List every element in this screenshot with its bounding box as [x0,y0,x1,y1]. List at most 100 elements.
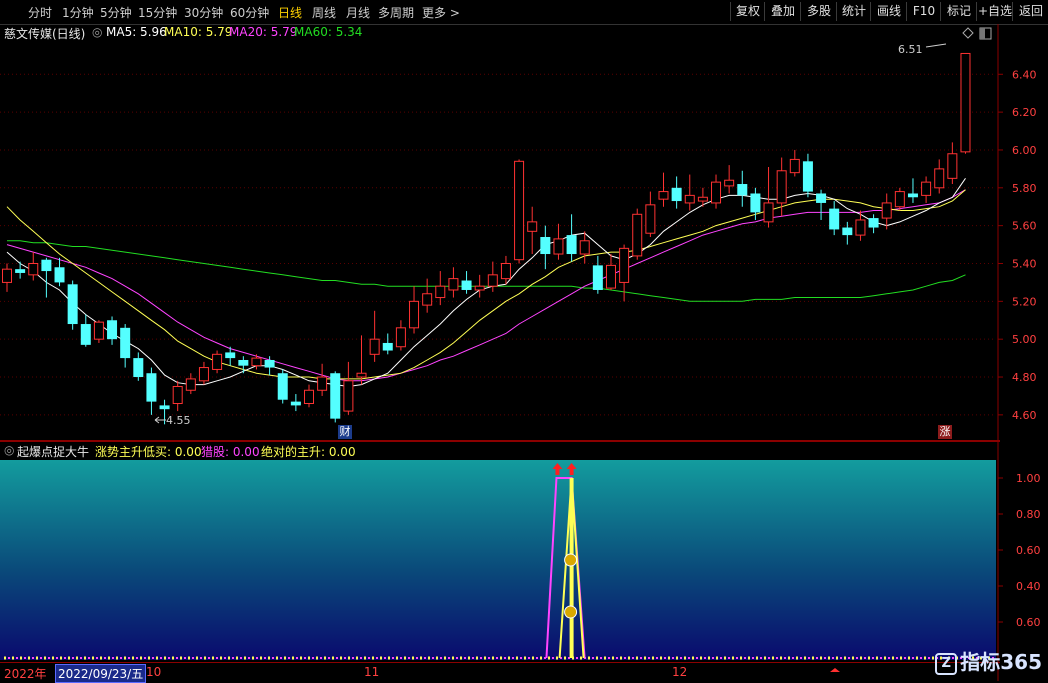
kline-chart[interactable]: 6.40 6.20 6.00 5.80 5.60 5.40 5.20 5.00 4.80 4.60… [0,0,1048,681]
candle-body [514,160,525,261]
indicator-name[interactable]: 起爆点捉大牛 [17,443,89,460]
indicator-tick-label: 0.60 [1016,616,1041,629]
candle-body [881,202,892,219]
candle [409,286,420,334]
candle [684,174,695,211]
candle [93,320,104,343]
cai-marker[interactable]: 财 [338,425,352,439]
candle-body [159,405,170,410]
candle-body [894,191,905,208]
candle-body [251,357,262,367]
candle [921,176,932,203]
ma60-line [7,240,966,302]
price-tick-label: 6.40 [1012,68,1037,81]
candle [317,363,328,396]
candle-body [500,262,511,280]
candle-body [356,372,367,378]
candle-body [343,380,354,412]
indicator-axis: 1.00 0.80 0.60 0.40 0.60 [998,472,1041,629]
candle [789,149,800,177]
price-grid [0,73,996,416]
candle-body [579,240,590,255]
candle-body [28,262,39,276]
indicator-tick-label: 0.80 [1016,508,1041,521]
candle-body [960,52,971,153]
candle-body [120,327,131,359]
candle [80,314,91,347]
candle [947,142,958,185]
candle-body [605,264,616,289]
candle [435,271,446,306]
candle-body [2,268,12,283]
candle-body [947,153,958,179]
time-axis-month-12: 12 [672,665,688,679]
candle-body [658,191,669,200]
moving-average-lines [6,178,966,388]
candles [2,43,971,425]
candle [2,263,12,292]
candle-body [41,259,52,272]
indicator-l3: 绝对的主升: 0.00 [261,445,356,459]
candle [711,174,722,209]
candle [763,166,774,228]
candle-body [330,373,341,419]
candle-body [133,358,144,378]
ma10-line [6,189,966,380]
candle-body [921,181,932,196]
candle [369,310,380,362]
candle [855,210,866,241]
candle [461,271,472,294]
price-tick-label: 5.00 [1012,333,1037,346]
diamond-icon [962,27,974,39]
candle [448,267,459,298]
candle-body [776,170,787,204]
candle [566,214,577,262]
candle-body [461,280,472,290]
watermark: Z 指标365 [935,646,1042,675]
candle [907,178,918,203]
candle-body [277,373,288,400]
zhang-marker[interactable]: 涨 [938,425,952,439]
candle [107,316,118,345]
candle-body [303,389,314,405]
candle-body [907,193,918,198]
coin-icon [564,605,578,619]
time-axis: 2022年 2022/09/23/五 10 11 12 [0,662,1000,683]
candle-body [750,193,761,213]
candle-body [238,359,249,366]
candle-body [382,342,393,351]
candle-body [290,401,301,406]
candle-body [553,238,564,255]
candle-body [409,300,420,329]
indicator-header: ◎ 起爆点捉大牛 涨势主升低买: 0.00 猎股: 0.00 绝对的主升: 0.… [0,442,1000,459]
candle-body [645,204,656,234]
indicator-tick-label: 0.40 [1016,580,1041,593]
chart-corner-icons[interactable] [962,27,992,40]
candle-body [540,237,551,255]
candle-body [789,158,800,174]
watermark-badge: Z [935,653,958,675]
candle [829,201,840,236]
price-tick-label: 4.80 [1012,371,1037,384]
indicator-background [0,460,996,660]
candle-body [632,213,643,257]
candle [934,159,945,194]
candle [527,206,538,255]
candle [330,371,341,423]
price-tick-label: 5.60 [1012,220,1037,233]
candle-body [395,327,406,348]
candle [671,176,682,209]
candle [356,335,367,385]
candle [658,172,669,207]
candle-body [527,221,538,232]
candle [303,384,314,408]
high-arrow [925,43,947,48]
candle-body [317,376,328,391]
candle-body [67,284,78,325]
indicator-tick-label: 0.60 [1016,544,1041,557]
candle [172,380,183,412]
time-axis-month-11: 11 [364,665,380,679]
indicator-collapse-icon[interactable]: ◎ [4,443,14,457]
candle-body [763,202,774,223]
candle-body [711,181,722,204]
